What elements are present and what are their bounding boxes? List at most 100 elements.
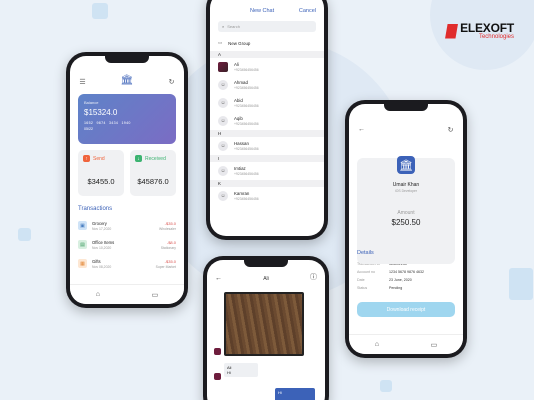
detail-row: Date 23 June, 2020: [357, 276, 455, 284]
new-chat-header: New Chat Cancel: [210, 0, 324, 18]
send-amount: $3455.0: [87, 177, 115, 186]
home-icon[interactable]: ⌂: [96, 291, 100, 298]
contact-name: Aqib: [234, 116, 243, 121]
transaction-list: ▣ Grocery Nov 17,2020 -$35.0 Wholesaler ▤ …: [70, 216, 184, 273]
contact-phone: +923456456456: [234, 122, 259, 126]
amount-label: Amount: [397, 210, 415, 216]
message-text: Hi: [227, 370, 231, 375]
contact-row[interactable]: ☺ Abid +923456456456: [210, 94, 324, 112]
received-label: Received: [145, 155, 166, 162]
back-icon[interactable]: ←: [357, 125, 366, 134]
gift-icon: ▦: [78, 259, 87, 268]
info-icon[interactable]: ⓘ: [310, 272, 317, 282]
transactions-title: Transactions: [78, 206, 113, 212]
transaction-category: Super Market: [155, 264, 176, 269]
detail-row: Status Pending: [357, 284, 455, 292]
contact-phone: +923456456456: [234, 172, 259, 176]
cancel-button[interactable]: Cancel: [299, 8, 316, 14]
message-text: Hi: [278, 390, 282, 395]
bank-icon: 🏛: [120, 74, 134, 86]
balance-card[interactable]: Balance $15324.0 1652 9874 3434 1940 05/…: [78, 94, 176, 144]
user-icon: ☺: [218, 116, 228, 126]
back-icon[interactable]: ←: [215, 275, 222, 282]
card-balance: $15324.0: [84, 108, 118, 117]
cart-icon: ▣: [78, 221, 87, 230]
received-tile[interactable]: ↓ Received $45876.0: [130, 150, 176, 196]
detail-row: Account no 1234 5678 9876 4632: [357, 268, 455, 276]
transaction-date: Nov 08,2020: [92, 264, 112, 269]
received-amount: $45876.0: [137, 177, 169, 186]
background-square: [380, 380, 392, 392]
phone-wallet: ☰ 🏛 ↻ Balance $15324.0 1652 9874 3434 19…: [66, 52, 188, 308]
payee-role: iOS Developer: [394, 189, 418, 193]
received-message[interactable]: Ali Hi: [224, 363, 258, 377]
amount-value: $250.50: [391, 218, 421, 227]
briefcase-icon: ▤: [78, 240, 87, 249]
transaction-name: Gifts: [92, 258, 101, 264]
receipt-tabbar: ⌂ ▭: [349, 334, 463, 354]
contact-name: Ahmad: [234, 80, 248, 85]
chat-screen: ← Ali ⓘ Ali Hi Hi: [207, 260, 325, 400]
refresh-icon[interactable]: ↻: [446, 125, 455, 134]
phone-notch: [384, 104, 428, 111]
sent-message[interactable]: Hi: [275, 388, 315, 400]
contact-name: Ali: [234, 62, 239, 67]
user-icon: ☺: [218, 166, 228, 176]
brand-name: ELEXOFT: [460, 21, 514, 35]
detail-key: Status: [357, 286, 368, 290]
avatar: [214, 373, 221, 380]
wallet-tabbar: ⌂ ▭: [70, 284, 184, 304]
download-receipt-button[interactable]: Download receipt: [357, 302, 455, 317]
contact-row[interactable]: ☺ Ahmad +923456456456: [210, 76, 324, 94]
chat-icon[interactable]: ▭: [431, 341, 438, 349]
section-header: K: [210, 180, 324, 187]
brand-mark-icon: [445, 23, 459, 39]
phone-notch: [244, 260, 288, 267]
detail-key: Date: [357, 278, 365, 282]
contact-row[interactable]: ☺ Aqib +923456456456: [210, 112, 324, 130]
contact-name: Abid: [234, 98, 243, 103]
user-icon: ☺: [218, 80, 228, 90]
transaction-date: Nov 17,2020: [92, 226, 112, 231]
contact-phone: +923456456456: [234, 104, 259, 108]
new-chat-title: New Chat: [250, 8, 275, 14]
transaction-amount: -$35.0: [164, 220, 176, 226]
search-input[interactable]: ⌕ Search: [218, 21, 316, 32]
avatar: [218, 62, 228, 72]
contact-row[interactable]: Ali +923456456456: [210, 58, 324, 76]
phone-chat: ← Ali ⓘ Ali Hi Hi: [203, 256, 329, 400]
user-icon: ☺: [218, 141, 228, 151]
new-group-button[interactable]: ▭ New Group: [210, 35, 324, 51]
contact-row[interactable]: ☺ Imtiaz +923456456456: [210, 162, 324, 180]
transaction-row[interactable]: ▤ Office Items Nov 10,2020 -$8.0 Stationar…: [78, 235, 176, 254]
contact-row[interactable]: ☺ Hassan +923456456456: [210, 137, 324, 155]
search-placeholder: Search: [227, 24, 240, 29]
receipt-card: 🏛 Umair Khan iOS Developer Amount $250.5…: [357, 156, 455, 264]
detail-key: Account no: [357, 270, 375, 274]
group-icon: ▭: [218, 40, 223, 45]
transaction-amount: -$35.0: [164, 258, 176, 264]
transaction-name: Grocery: [92, 220, 107, 226]
home-icon[interactable]: ⌂: [375, 341, 379, 348]
contact-phone: +923456456456: [234, 68, 259, 72]
new-group-label: New Group: [228, 40, 251, 46]
contact-row[interactable]: ☺ Kamran +923456456456: [210, 187, 324, 205]
menu-icon[interactable]: ☰: [78, 77, 87, 86]
background-square: [509, 268, 533, 300]
contact-name: Kamran: [234, 191, 250, 196]
chat-icon[interactable]: ▭: [152, 291, 159, 299]
transaction-row[interactable]: ▦ Gifts Nov 08,2020 -$35.0 Super Market: [78, 254, 176, 273]
shared-photo[interactable]: [224, 292, 304, 356]
transaction-row[interactable]: ▣ Grocery Nov 17,2020 -$35.0 Wholesaler: [78, 216, 176, 235]
contact-name: Imtiaz: [234, 166, 246, 171]
contact-name: Hassan: [234, 141, 249, 146]
transaction-amount: -$8.0: [166, 239, 176, 245]
send-tile[interactable]: ↑ Send $3455.0: [78, 150, 124, 196]
refresh-icon[interactable]: ↻: [167, 77, 176, 86]
search-icon: ⌕: [222, 24, 225, 29]
details-title: Details: [357, 250, 374, 256]
wallet-screen: ☰ 🏛 ↻ Balance $15324.0 1652 9874 3434 19…: [70, 56, 184, 304]
avatar: [214, 348, 221, 355]
contact-phone: +923456456456: [234, 147, 259, 151]
section-header: I: [210, 155, 324, 162]
